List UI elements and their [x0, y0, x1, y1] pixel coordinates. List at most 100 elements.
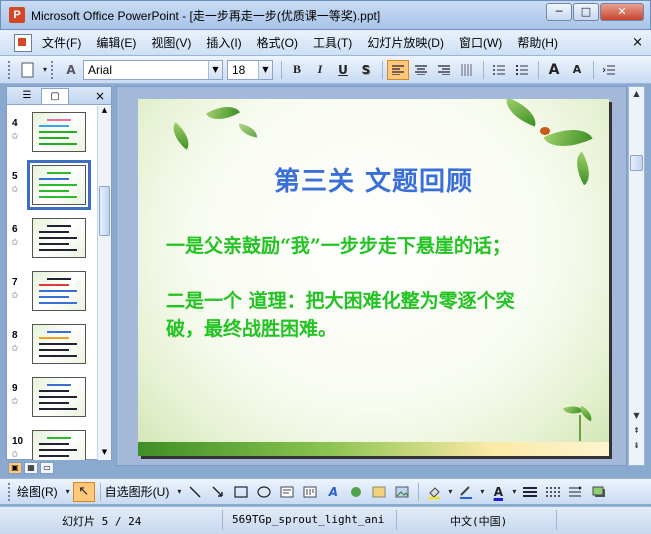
slide-thumbnail-6[interactable]: 6 ✩ — [7, 216, 97, 266]
slide-thumbnail-image[interactable] — [32, 218, 86, 258]
toolbar-grip[interactable] — [8, 60, 11, 79]
pane-close-button[interactable]: × — [95, 89, 105, 103]
slide-sorter-view-icon[interactable]: ▦ — [24, 462, 38, 474]
textbox-tool-icon[interactable] — [276, 482, 298, 502]
italic-button[interactable]: I — [309, 60, 331, 80]
shadow-style-icon[interactable] — [588, 482, 610, 502]
align-right-icon[interactable] — [433, 60, 455, 80]
minimize-button[interactable]: ─ — [546, 3, 572, 21]
draw-menu-button[interactable]: 绘图(R) — [17, 483, 58, 500]
pane-scroll-thumb[interactable] — [99, 186, 110, 236]
font-color-a-icon[interactable]: A — [60, 60, 82, 80]
current-slide[interactable]: 第三关 文题回顾 一是父亲鼓励“我”一步步走下悬崖的话； 二是一个 道理：把大困… — [138, 99, 609, 456]
slide-body-line-2[interactable]: 二是一个 道理：把大困难化整为零逐个突 — [166, 287, 596, 316]
scroll-down-arrow-icon[interactable]: ▼ — [630, 409, 643, 422]
menu-insert[interactable]: 插入(I) — [206, 34, 241, 51]
slide-thumbnail-image[interactable] — [27, 160, 91, 210]
numbered-list-icon[interactable] — [488, 60, 510, 80]
chevron-down-icon[interactable]: ▼ — [258, 60, 272, 79]
slide-thumbnail-9[interactable]: 9 ✩ — [7, 375, 97, 425]
slide-body-line-1[interactable]: 一是父亲鼓励“我”一步步走下悬崖的话； — [166, 232, 596, 261]
menu-help[interactable]: 帮助(H) — [517, 34, 558, 51]
decrease-indent-icon[interactable] — [598, 60, 620, 80]
picture-tool-icon[interactable] — [391, 482, 413, 502]
oval-tool-icon[interactable] — [253, 482, 275, 502]
wordart-tool-icon[interactable]: A — [322, 482, 344, 502]
clipart-tool-icon[interactable] — [368, 482, 390, 502]
scroll-up-arrow-icon[interactable]: ▲ — [630, 87, 643, 100]
toolbar-grip[interactable] — [51, 60, 54, 79]
autoshapes-menu-button[interactable]: 自选图形(U) — [105, 483, 170, 500]
line-color-icon[interactable] — [455, 482, 477, 502]
chevron-down-icon[interactable]: ▾ — [64, 482, 72, 502]
chevron-down-icon[interactable]: ▼ — [208, 60, 222, 79]
bold-button[interactable]: B — [286, 60, 308, 80]
select-pointer-icon[interactable]: ↖ — [72, 481, 95, 502]
powerpoint-app-icon[interactable]: P — [9, 7, 25, 23]
slideshow-view-icon[interactable]: ▭ — [40, 462, 54, 474]
chevron-down-icon[interactable]: ▾ — [175, 482, 183, 502]
font-name-select[interactable]: Arial ▼ — [83, 59, 223, 80]
align-left-icon[interactable] — [387, 59, 409, 80]
menu-window[interactable]: 窗口(W) — [459, 34, 502, 51]
slide-thumbnail-image[interactable] — [32, 377, 86, 417]
menu-edit[interactable]: 编辑(E) — [96, 34, 136, 51]
shadow-button[interactable]: S — [355, 60, 377, 80]
normal-view-icon[interactable]: ▣ — [8, 462, 22, 474]
slide-thumbnail-image[interactable] — [32, 271, 86, 311]
bullet-list-icon[interactable] — [511, 60, 533, 80]
line-style-icon[interactable] — [519, 482, 541, 502]
slide-thumbnail-4[interactable]: 4 ✩ — [7, 110, 97, 160]
menu-slideshow[interactable]: 幻灯片放映(D) — [367, 34, 444, 51]
dash-style-icon[interactable] — [542, 482, 564, 502]
slide-scrollbar[interactable]: ▲ ▼ ⇞ ⇟ — [628, 86, 645, 466]
menu-tools[interactable]: 工具(T) — [313, 34, 352, 51]
arrow-tool-icon[interactable] — [207, 482, 229, 502]
outline-tab-icon[interactable]: ☰ — [13, 88, 41, 104]
diagram-tool-icon[interactable] — [345, 482, 367, 502]
menu-view[interactable]: 视图(V) — [151, 34, 191, 51]
slide-thumbnail-7[interactable]: 7 ✩ — [7, 269, 97, 319]
slides-tab-icon[interactable]: ▢ — [41, 87, 69, 104]
underline-button[interactable]: U — [332, 60, 354, 80]
document-close-button[interactable]: × — [632, 35, 643, 50]
line-tool-icon[interactable] — [184, 482, 206, 502]
menu-file[interactable]: 文件(F) — [42, 34, 81, 51]
pane-scrollbar[interactable]: ▲ ▼ — [97, 106, 111, 460]
vertical-textbox-tool-icon[interactable] — [299, 482, 321, 502]
fill-color-icon[interactable] — [423, 482, 445, 502]
document-icon[interactable] — [14, 33, 32, 52]
close-button[interactable]: ✕ — [600, 3, 644, 21]
rectangle-tool-icon[interactable] — [230, 482, 252, 502]
chevron-down-icon[interactable]: ▾ — [478, 482, 486, 502]
shrink-font-button[interactable]: A — [566, 60, 588, 80]
slide-thumbnail-8[interactable]: 8 ✩ — [7, 322, 97, 372]
new-document-icon[interactable] — [17, 60, 39, 80]
toolbar-options-chevron-icon[interactable]: ▾ — [40, 60, 50, 80]
slide-thumbnail-image[interactable] — [32, 324, 86, 364]
slide-thumbnail-image[interactable] — [32, 112, 86, 152]
grow-font-button[interactable]: A — [543, 60, 565, 80]
scroll-up-arrow-icon[interactable]: ▲ — [99, 106, 110, 118]
chevron-down-icon[interactable]: ▾ — [446, 482, 454, 502]
align-center-icon[interactable] — [410, 60, 432, 80]
chevron-down-icon[interactable]: ▾ — [510, 482, 518, 502]
slide-title[interactable]: 第三关 文题回顾 — [138, 161, 609, 198]
slide-scroll-thumb[interactable] — [630, 155, 643, 171]
slide-thumbnail-image[interactable] — [32, 430, 86, 460]
font-size-select[interactable]: 18 ▼ — [227, 59, 273, 80]
slide-thumbnail-number: 8 — [12, 330, 18, 341]
slide-thumbnail-10[interactable]: 10 ✩ — [7, 428, 97, 460]
ground-decoration — [138, 442, 609, 456]
menu-format[interactable]: 格式(O) — [257, 34, 298, 51]
text-direction-icon[interactable] — [456, 60, 478, 80]
slide-thumbnail-5[interactable]: 5 ✩ — [7, 160, 97, 213]
toolbar-grip[interactable] — [8, 482, 11, 501]
scroll-down-arrow-icon[interactable]: ▼ — [99, 448, 110, 460]
arrow-style-icon[interactable] — [565, 482, 587, 502]
slide-body-line-3[interactable]: 破，最终战胜困难。 — [166, 315, 596, 344]
previous-slide-icon[interactable]: ⇞ — [630, 424, 643, 437]
next-slide-icon[interactable]: ⇟ — [630, 439, 643, 452]
maximize-button[interactable]: □ — [573, 3, 599, 21]
font-color-icon[interactable]: A — [487, 482, 509, 502]
